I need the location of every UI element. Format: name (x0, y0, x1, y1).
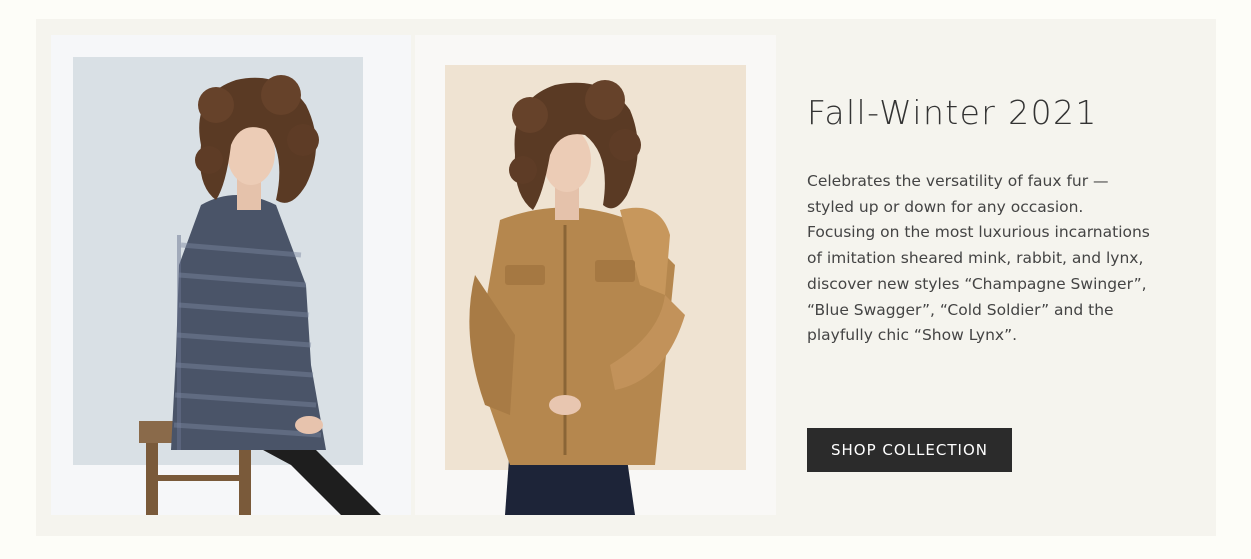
shop-collection-button[interactable]: SHOP COLLECTION (807, 428, 1012, 472)
model-camel-fur-jacket-photo (415, 35, 776, 515)
collection-description: Celebrates the versatility of faux fur —… (807, 172, 1150, 345)
collection-banner: Fall-Winter 2021 Celebrates the versatil… (36, 19, 1216, 536)
model-blue-fur-coat-photo (51, 35, 411, 515)
collection-title: Fall-Winter 2021 (807, 93, 1098, 132)
